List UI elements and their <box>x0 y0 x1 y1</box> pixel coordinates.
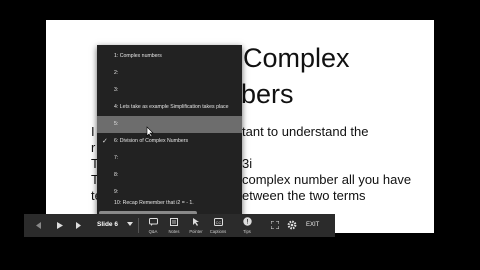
menu-item-slide-6[interactable]: ✓ 6: Division of Complex Numbers <box>97 133 242 150</box>
menu-item-slide-2[interactable]: 2: <box>97 65 242 82</box>
pointer-label: Pointer <box>189 229 203 234</box>
notes-label: Notes <box>168 229 180 234</box>
play-icon[interactable] <box>57 222 63 229</box>
slide-title-line1: Complex <box>243 43 350 73</box>
captions-label: Captions <box>209 229 227 234</box>
slide-title-line2: bers <box>241 79 294 109</box>
notes-icon[interactable] <box>170 218 178 226</box>
menu-item-label: 1: Complex numbers <box>114 53 162 59</box>
menu-item-label: 4: Lets take as example Simplification t… <box>114 104 229 110</box>
menu-item-label: 8: <box>114 172 119 178</box>
slide-body-line: tant to understand the <box>242 124 369 139</box>
svg-text:!: ! <box>247 220 249 226</box>
menu-item-label: 3: <box>114 87 119 93</box>
menu-item-label: 10: Recap Remember that i2 = - 1. <box>114 200 194 206</box>
slide-text-fragment: r <box>91 140 96 155</box>
svg-text:CC: CC <box>216 220 222 225</box>
qa-icon[interactable] <box>149 218 158 226</box>
captions-icon[interactable]: CC <box>214 218 223 226</box>
slide-selector[interactable]: Slide 6 <box>97 221 118 228</box>
tips-label: Tips <box>243 229 251 234</box>
menu-item-slide-1[interactable]: 1: Complex numbers <box>97 48 242 65</box>
presenter-toolbar: Slide 6 Q&A Notes Pointer CC Captions ! … <box>24 214 335 237</box>
exit-button[interactable]: EXIT <box>306 222 319 228</box>
slide-navigation-menu: 1: Complex numbers 2: 3: 4: Lets take as… <box>97 45 242 217</box>
gear-icon[interactable] <box>287 220 297 230</box>
menu-item-label: 7: <box>114 155 119 161</box>
slide-body-line: etween the two terms <box>242 188 366 203</box>
tips-icon[interactable]: ! <box>243 217 252 226</box>
chevron-down-icon[interactable] <box>127 222 133 226</box>
menu-item-slide-7[interactable]: 7: <box>97 150 242 167</box>
menu-item-label: 2: <box>114 70 119 76</box>
slide-text-fragment: I <box>91 124 95 139</box>
toolbar-divider <box>138 218 139 233</box>
menu-item-slide-8[interactable]: 8: <box>97 167 242 184</box>
check-icon: ✓ <box>102 138 108 145</box>
previous-slide-icon[interactable] <box>36 222 42 229</box>
menu-item-slide-3[interactable]: 3: <box>97 82 242 99</box>
mouse-cursor-icon <box>146 126 154 138</box>
slide-body-line: complex number all you have <box>242 172 412 187</box>
fullscreen-icon[interactable] <box>271 221 279 229</box>
pointer-icon[interactable] <box>192 218 200 226</box>
slide-body-line: 3i <box>242 156 253 171</box>
menu-item-slide-10[interactable]: 10: Recap Remember that i2 = - 1. <box>97 195 242 212</box>
next-slide-icon[interactable] <box>75 222 81 229</box>
menu-item-label: 5: <box>114 121 119 127</box>
menu-item-slide-4[interactable]: 4: Lets take as example Simplification t… <box>97 99 242 116</box>
qa-label: Q&A <box>148 229 158 234</box>
menu-item-slide-5[interactable]: 5: <box>97 116 242 133</box>
